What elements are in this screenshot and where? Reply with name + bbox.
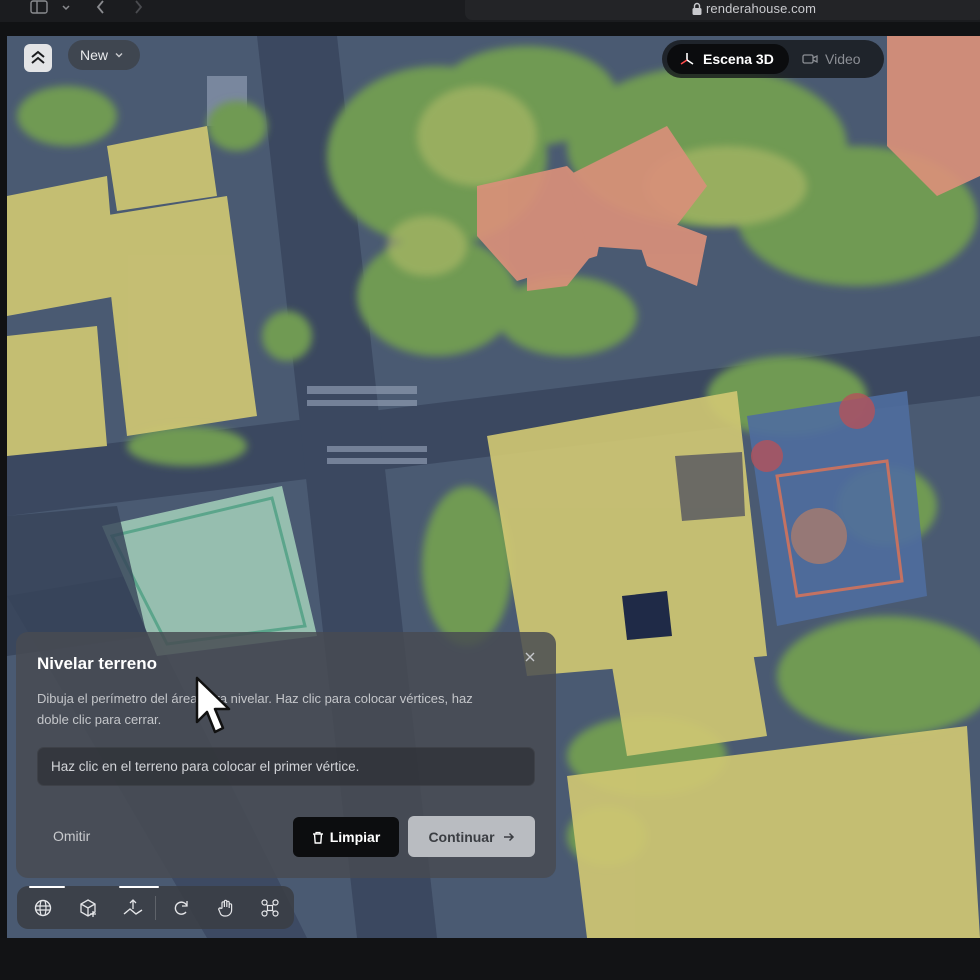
new-project-dropdown[interactable]: New xyxy=(68,40,140,70)
tool-bar xyxy=(17,886,294,929)
clear-button[interactable]: Limpiar xyxy=(293,817,399,857)
browser-toolbar: renderahouse.com xyxy=(0,0,980,22)
add-object-tool[interactable] xyxy=(75,895,101,921)
collapse-panels-button[interactable] xyxy=(24,44,52,72)
pan-tool[interactable] xyxy=(213,895,239,921)
chevron-down-icon xyxy=(115,53,123,58)
hand-icon xyxy=(218,899,233,917)
clear-button-label: Limpiar xyxy=(329,829,381,845)
panel-hint: Haz clic en el terreno para colocar el p… xyxy=(37,747,535,786)
terrain-tool[interactable] xyxy=(120,895,146,921)
skip-button[interactable]: Omitir xyxy=(53,828,90,844)
rotate-icon xyxy=(174,901,188,915)
map-viewport[interactable]: New Escena 3D Video Nivelar terreno Dibu… xyxy=(7,36,980,938)
drone-icon xyxy=(261,899,279,917)
double-chevron-up-icon xyxy=(31,50,45,64)
tab-escena-3d[interactable]: Escena 3D xyxy=(667,44,789,74)
continue-button[interactable]: Continuar xyxy=(408,816,535,857)
globe-grid-tool[interactable] xyxy=(30,895,56,921)
url-text[interactable]: renderahouse.com xyxy=(706,1,816,16)
new-label: New xyxy=(80,47,109,63)
globe-grid-icon xyxy=(34,899,52,917)
video-camera-icon xyxy=(802,54,818,64)
view-mode-switch: Escena 3D Video xyxy=(662,40,884,78)
active-tool-indicator xyxy=(29,886,65,888)
cube-add-icon xyxy=(80,899,96,917)
toolbar-divider xyxy=(155,896,156,920)
forward-arrow-icon[interactable] xyxy=(132,0,144,17)
active-tool-indicator xyxy=(119,886,159,888)
drone-tool[interactable] xyxy=(257,895,283,921)
continue-button-label: Continuar xyxy=(428,828,495,845)
arrow-right-icon xyxy=(503,832,514,841)
lock-icon xyxy=(691,2,703,16)
trash-icon xyxy=(312,831,323,844)
close-button[interactable] xyxy=(524,650,536,668)
tab-escena-3d-label: Escena 3D xyxy=(703,51,774,67)
tab-video-label: Video xyxy=(825,51,861,67)
bottom-strip xyxy=(0,938,980,980)
panel-description: Dibuja el perímetro del área para nivela… xyxy=(37,691,473,727)
tab-video[interactable]: Video xyxy=(802,44,861,74)
axes-3d-icon xyxy=(680,53,694,65)
back-arrow-icon[interactable] xyxy=(95,0,107,17)
rotate-tool[interactable] xyxy=(169,895,195,921)
terrain-pin-icon xyxy=(123,899,143,915)
panel-title: Nivelar terreno xyxy=(37,654,157,673)
mouse-pointer-icon xyxy=(195,676,231,734)
close-icon xyxy=(525,652,535,662)
sidebar-toggle-icon[interactable] xyxy=(30,0,48,17)
level-terrain-panel: Nivelar terreno Dibuja el perímetro del … xyxy=(16,632,556,878)
chevron-down-icon[interactable] xyxy=(61,0,71,16)
